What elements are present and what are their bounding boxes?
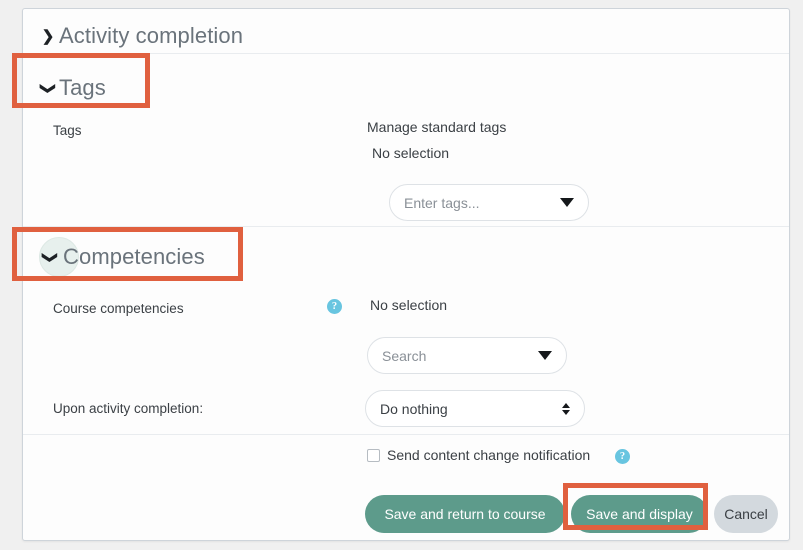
chevron-down-icon: ❯ bbox=[39, 81, 57, 95]
help-icon[interactable]: ? bbox=[327, 299, 342, 314]
divider-before-footer bbox=[23, 434, 789, 435]
send-content-change-notification-checkbox[interactable] bbox=[367, 449, 380, 462]
section-title-competencies: Competencies bbox=[63, 244, 205, 269]
tags-field-label: Tags bbox=[53, 123, 82, 138]
caret-down-icon[interactable] bbox=[538, 351, 552, 360]
save-and-display-button[interactable]: Save and display bbox=[571, 495, 708, 533]
screenshot-root: ❯ Activity completion ❯ Tags Tags Manage… bbox=[0, 0, 803, 550]
tags-selection-text: No selection bbox=[372, 145, 450, 161]
manage-standard-tags-link[interactable]: Manage standard tags bbox=[367, 119, 506, 135]
upon-activity-completion-label: Upon activity completion: bbox=[53, 401, 204, 416]
save-and-return-to-course-button[interactable]: Save and return to course bbox=[365, 495, 565, 533]
section-header-tags[interactable]: ❯ Tags bbox=[37, 73, 106, 103]
divider-after-tags bbox=[23, 226, 789, 227]
chevron-right-icon: ❯ bbox=[41, 27, 55, 45]
section-title-activity-completion: Activity completion bbox=[59, 23, 244, 48]
upon-activity-completion-value: Do nothing bbox=[380, 400, 448, 417]
tags-input-placeholder: Enter tags... bbox=[404, 194, 480, 211]
course-competencies-label: Course competencies bbox=[53, 301, 184, 316]
chevron-down-icon: ❯ bbox=[41, 250, 59, 264]
cancel-button[interactable]: Cancel bbox=[714, 495, 778, 533]
competencies-search-placeholder: Search bbox=[382, 347, 427, 364]
tags-input[interactable]: Enter tags... bbox=[389, 184, 589, 221]
caret-down-icon[interactable] bbox=[560, 198, 574, 207]
section-title-tags: Tags bbox=[59, 75, 106, 100]
help-icon[interactable]: ? bbox=[615, 449, 630, 464]
competencies-selection-text: No selection bbox=[370, 297, 448, 313]
competencies-search-input[interactable]: Search bbox=[367, 337, 567, 374]
activity-settings-card: ❯ Activity completion ❯ Tags Tags Manage… bbox=[22, 8, 790, 541]
section-header-activity-completion[interactable]: ❯ Activity completion bbox=[37, 21, 243, 51]
send-content-change-notification-label: Send content change notification bbox=[387, 447, 591, 463]
section-header-competencies[interactable]: ❯ Competencies bbox=[37, 241, 205, 273]
upon-activity-completion-select[interactable]: Do nothing bbox=[365, 390, 585, 427]
select-updown-icon[interactable] bbox=[562, 402, 570, 415]
divider-after-activity-completion bbox=[23, 53, 789, 54]
